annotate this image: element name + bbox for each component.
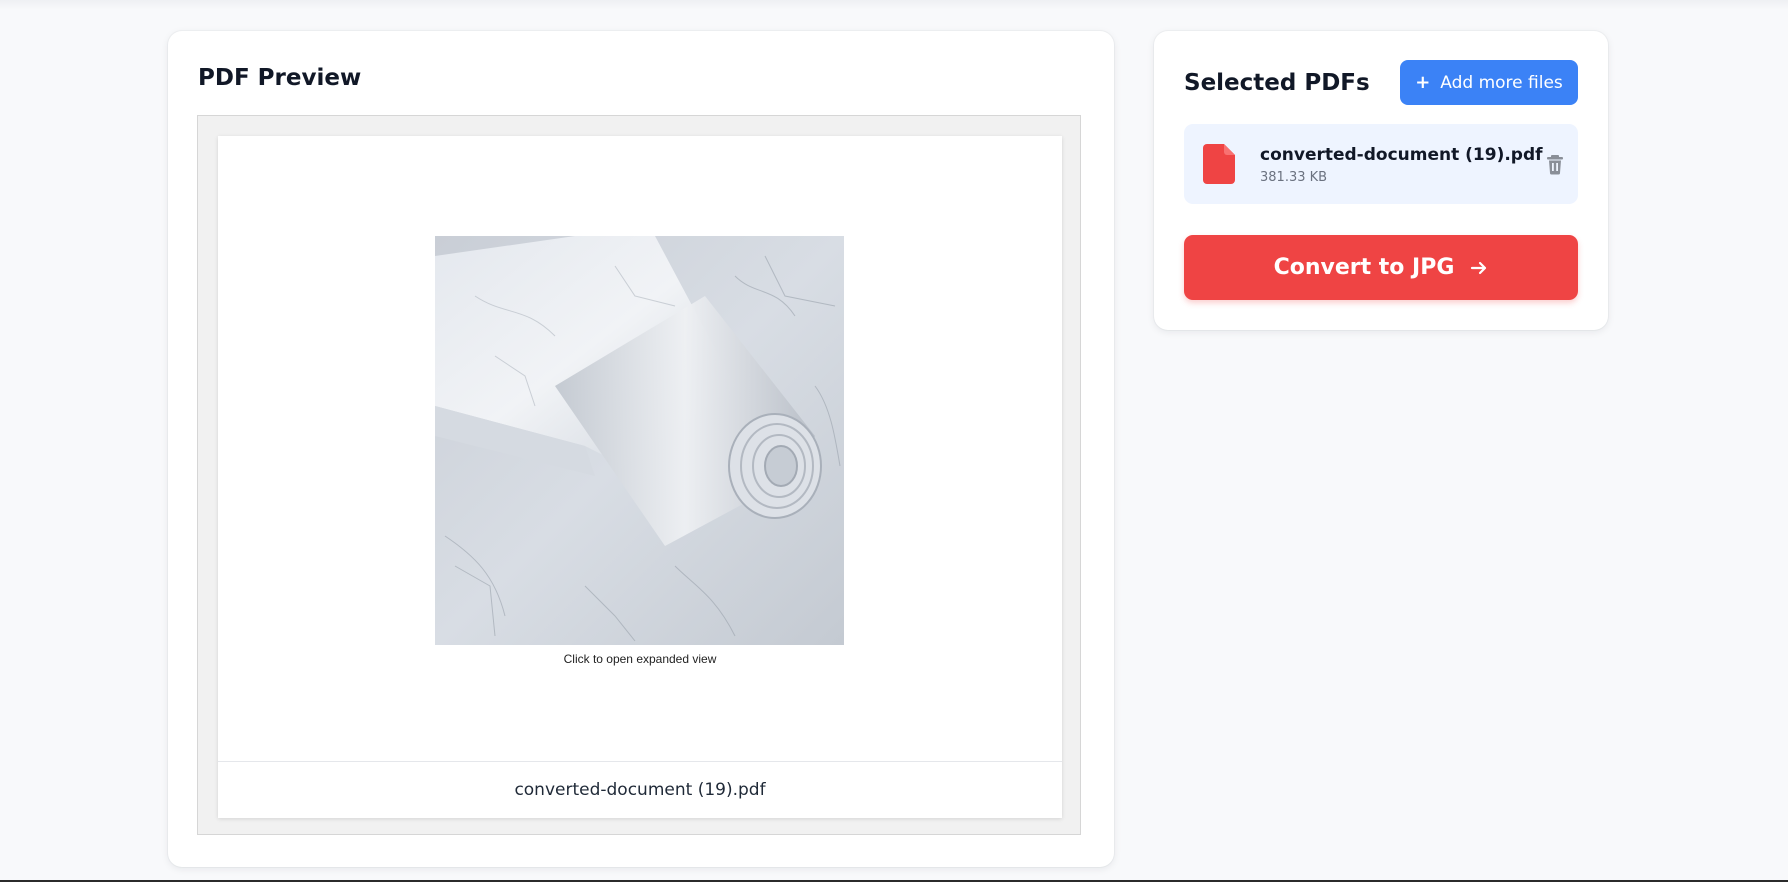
page-image[interactable] [435,236,844,645]
convert-to-jpg-button[interactable]: Convert to JPG [1184,235,1578,300]
add-more-files-button[interactable]: + Add more files [1400,60,1578,105]
selected-pdfs-title: Selected PDFs [1184,70,1370,96]
arrow-right-icon [1471,261,1487,274]
pdf-preview-panel: PDF Preview Click to open expanded view … [168,31,1114,867]
file-list-item: converted-document (19).pdf 381.33 KB [1184,124,1578,204]
top-shadow [0,0,1788,10]
page-canvas: Click to open expanded view [218,136,1062,761]
file-size: 381.33 KB [1260,170,1328,185]
preview-frame: Click to open expanded view converted-do… [197,115,1081,835]
selected-pdfs-panel: Selected PDFs + Add more files converted… [1154,31,1608,330]
preview-file-label: converted-document (19).pdf [218,761,1062,818]
plus-icon: + [1415,71,1431,93]
page-caption[interactable]: Click to open expanded view [218,652,1062,666]
file-name: converted-document (19).pdf [1260,145,1543,165]
marble-roll-image [435,236,844,645]
convert-button-label: Convert to JPG [1273,255,1455,280]
pdf-page[interactable]: Click to open expanded view converted-do… [218,136,1062,818]
add-more-files-label: Add more files [1440,72,1563,93]
trash-icon[interactable] [1544,153,1566,175]
preview-title: PDF Preview [198,65,362,91]
pdf-file-icon [1203,144,1235,184]
